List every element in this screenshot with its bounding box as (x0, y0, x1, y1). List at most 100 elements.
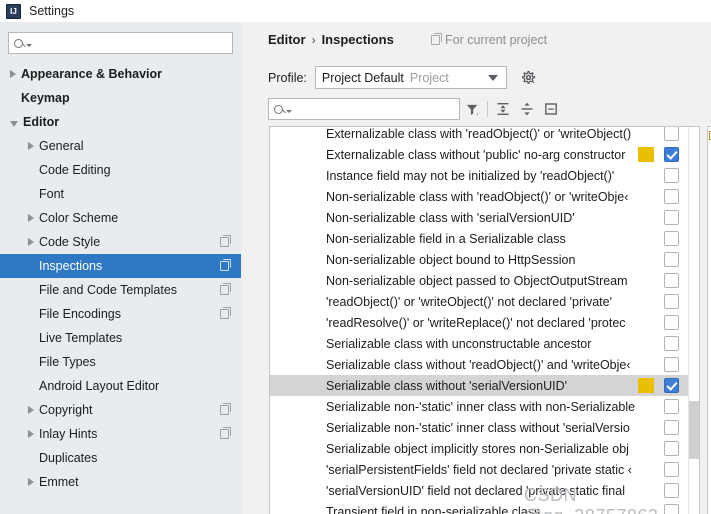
sidebar-item-font[interactable]: Font (0, 182, 241, 206)
inspection-row[interactable]: Serializable class with unconstructable … (270, 333, 690, 354)
breadcrumb-parent[interactable]: Editor (268, 32, 306, 47)
inspection-checkbox[interactable] (664, 294, 679, 309)
inspection-checkbox[interactable] (664, 252, 679, 267)
inspection-checkbox[interactable] (664, 378, 679, 393)
inspection-checkbox[interactable] (664, 127, 679, 141)
inspection-checkbox[interactable] (664, 462, 679, 477)
inspection-row[interactable]: Serializable non-'static' inner class wi… (270, 396, 690, 417)
chevron-right-icon[interactable] (28, 238, 34, 246)
settings-tree[interactable]: Appearance & Behavior Keymap Editor General… (0, 62, 241, 514)
sidebar-item-file-and-code-templates[interactable]: File and Code Templates (0, 278, 241, 302)
inspection-row[interactable]: 'readResolve()' or 'writeReplace()' not … (270, 312, 690, 333)
profile-select[interactable]: Project Default Project (314, 66, 507, 89)
inspection-row[interactable]: Non-serializable class with 'serialVersi… (270, 207, 690, 228)
inspection-checkbox[interactable] (664, 168, 679, 183)
copy-icon (220, 307, 231, 319)
inspection-row[interactable]: Non-serializable object bound to HttpSes… (270, 249, 690, 270)
sidebar-item-copyright[interactable]: Copyright (0, 398, 241, 422)
sidebar-item-code-style[interactable]: Code Style (0, 230, 241, 254)
inspection-row[interactable]: Serializable non-'static' inner class wi… (270, 417, 690, 438)
inspections-list[interactable]: Externalizable class with 'readObject()'… (269, 126, 700, 514)
inspection-row[interactable]: Non-serializable class with 'readObject(… (270, 186, 690, 207)
inspection-row[interactable]: Transient field in non-serializable clas… (270, 501, 690, 514)
gear-icon[interactable] (521, 70, 536, 85)
chevron-right-icon[interactable] (28, 214, 34, 222)
inspection-checkbox[interactable] (664, 210, 679, 225)
sidebar-item-appearance-behavior[interactable]: Appearance & Behavior (0, 62, 241, 86)
sidebar-item-color-scheme[interactable]: Color Scheme (0, 206, 241, 230)
inspection-row[interactable]: 'readObject()' or 'writeObject()' not de… (270, 291, 690, 312)
expand-all-icon[interactable] (491, 98, 515, 120)
inspections-panel: Editor › Inspections For current project… (251, 22, 711, 514)
intellij-idea-icon (6, 3, 21, 19)
settings-sidebar: Appearance & Behavior Keymap Editor General… (0, 22, 241, 514)
inspection-row[interactable]: Serializable class without 'serialVersio… (270, 375, 690, 396)
sidebar-item-inlay-hints[interactable]: Inlay Hints (0, 422, 241, 446)
inspection-checkbox[interactable] (664, 420, 679, 435)
inspection-checkbox[interactable] (664, 315, 679, 330)
inspection-label: Serializable non-'static' inner class wi… (326, 399, 636, 414)
breadcrumb-current: Inspections (321, 32, 394, 47)
inspections-list-scrollbar[interactable] (688, 127, 699, 514)
inspection-checkbox[interactable] (664, 231, 679, 246)
inspection-label: Serializable class without 'serialVersio… (326, 378, 567, 393)
chevron-down-icon[interactable] (10, 120, 18, 127)
inspection-row[interactable]: Serializable object implicitly stores no… (270, 438, 690, 459)
sidebar-item-general[interactable]: General (0, 134, 241, 158)
sidebar-item-duplicates[interactable]: Duplicates (0, 446, 241, 470)
sidebar-search-input[interactable] (35, 35, 215, 51)
chevron-right-icon[interactable] (28, 478, 34, 486)
inspection-row[interactable]: Non-serializable object passed to Object… (270, 270, 690, 291)
reset-icon[interactable] (539, 98, 563, 120)
inspection-checkbox[interactable] (664, 357, 679, 372)
inspections-list-scrollbar-thumb[interactable] (689, 401, 699, 459)
sidebar-item-file-types[interactable]: File Types (0, 350, 241, 374)
sidebar-item-label: File Encodings (39, 307, 121, 321)
inspection-search-box[interactable] (268, 98, 460, 120)
sidebar-item-keymap[interactable]: Keymap (0, 86, 241, 110)
search-dropdown-caret-icon[interactable] (26, 43, 32, 47)
inspection-search-input[interactable] (295, 101, 445, 117)
sidebar-item-emmet[interactable]: Emmet (0, 470, 241, 494)
inspection-checkbox[interactable] (664, 399, 679, 414)
sidebar-item-android-layout-editor[interactable]: Android Layout Editor (0, 374, 241, 398)
sidebar-item-code-editing[interactable]: Code Editing (0, 158, 241, 182)
sidebar-item-inspections[interactable]: Inspections (0, 254, 241, 278)
inspection-checkbox[interactable] (664, 441, 679, 456)
for-current-project[interactable]: For current project (431, 33, 547, 47)
inspection-row[interactable]: 'serialVersionUID' field not declared 'p… (270, 480, 690, 501)
inspection-checkbox[interactable] (664, 189, 679, 204)
chevron-right-icon[interactable] (10, 70, 16, 78)
chevron-right-icon[interactable] (28, 142, 34, 150)
sidebar-item-editor[interactable]: Editor (0, 110, 241, 134)
chevron-right-icon[interactable] (28, 430, 34, 438)
inspection-label: Non-serializable object bound to HttpSes… (326, 252, 576, 267)
breadcrumb-separator: › (311, 32, 316, 47)
inspection-checkbox[interactable] (664, 483, 679, 498)
severity-swatch[interactable] (638, 378, 654, 393)
sidebar-item-file-encodings[interactable]: File Encodings (0, 302, 241, 326)
inspection-label: Externalizable class with 'readObject()'… (326, 126, 632, 141)
chevron-right-icon[interactable] (28, 406, 34, 414)
sidebar-search-box[interactable] (8, 32, 233, 54)
collapse-all-icon[interactable] (515, 98, 539, 120)
filter-icon[interactable] (460, 98, 484, 120)
inspection-row[interactable]: Serializable class without 'readObject()… (270, 354, 690, 375)
inspection-checkbox[interactable] (664, 147, 679, 162)
search-dropdown-caret-icon[interactable] (286, 109, 292, 113)
inspection-row[interactable]: Non-serializable field in a Serializable… (270, 228, 690, 249)
inspection-row[interactable]: Externalizable class without 'public' no… (270, 144, 690, 165)
severity-swatch[interactable] (638, 147, 654, 162)
inspection-checkbox[interactable] (664, 273, 679, 288)
sidebar-item-live-templates[interactable]: Live Templates (0, 326, 241, 350)
inspection-row[interactable]: Externalizable class with 'readObject()'… (270, 126, 690, 144)
inspection-checkbox[interactable] (664, 504, 679, 514)
inspection-label: Serializable object implicitly stores no… (326, 441, 629, 456)
inspection-row[interactable]: Instance field may not be initialized by… (270, 165, 690, 186)
inspection-checkbox[interactable] (664, 336, 679, 351)
inspection-label: Non-serializable class with 'readObject(… (326, 189, 629, 204)
chevron-down-icon[interactable] (487, 74, 498, 81)
inspection-row[interactable]: 'serialPersistentFields' field not decla… (270, 459, 690, 480)
